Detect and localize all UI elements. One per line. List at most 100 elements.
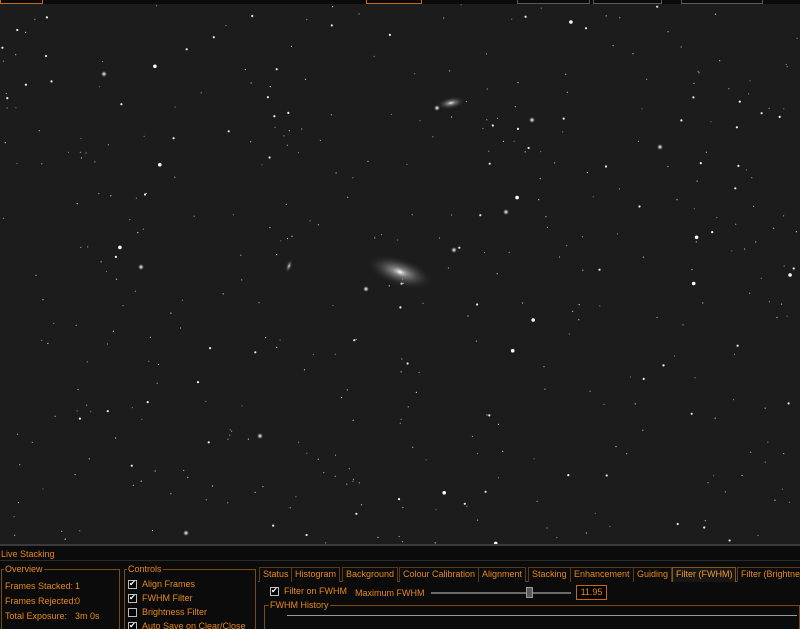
controls-legend: Controls <box>128 564 162 574</box>
tab-filter-fwhm[interactable]: Filter (FWHM) <box>672 567 737 582</box>
star <box>401 358 403 360</box>
star <box>702 302 704 304</box>
star <box>517 82 519 84</box>
tab-filter-brightness[interactable]: Filter (Brightness <box>737 567 800 582</box>
star <box>465 100 467 103</box>
auto-save-label: Auto Save on Clear/Close <box>142 621 246 629</box>
star <box>275 68 278 71</box>
star <box>317 224 319 226</box>
tab-guiding[interactable]: Guiding <box>633 567 673 582</box>
star <box>17 433 19 435</box>
star <box>592 196 594 198</box>
star <box>589 390 591 392</box>
star <box>422 302 424 304</box>
star <box>306 452 308 454</box>
star <box>738 100 741 103</box>
tab-status[interactable]: Status <box>259 567 293 582</box>
star <box>44 54 48 58</box>
tab-colour-calibration[interactable]: Colour Calibration <box>399 567 480 582</box>
star <box>334 475 336 477</box>
star <box>656 316 658 319</box>
star <box>690 412 693 415</box>
checkbox-box[interactable] <box>128 579 137 589</box>
star <box>476 303 479 306</box>
tab-enhancement[interactable]: Enhancement <box>570 567 634 582</box>
brightness-filter-checkbox[interactable]: Brightness Filter <box>128 607 207 617</box>
star <box>521 302 524 304</box>
filter-on-fwhm-checkbox[interactable]: Filter on FWHM <box>270 586 347 596</box>
star <box>463 502 466 505</box>
star <box>212 36 215 39</box>
star <box>261 164 263 166</box>
tab-alignment[interactable]: Alignment <box>478 567 527 582</box>
star <box>612 45 614 47</box>
star <box>132 484 134 486</box>
star <box>265 337 267 339</box>
star <box>400 418 402 420</box>
star <box>134 290 136 292</box>
star <box>556 536 558 539</box>
maximum-fwhm-input[interactable]: 11.95 <box>576 585 607 600</box>
star <box>54 415 56 417</box>
star <box>53 322 55 324</box>
star <box>174 106 176 108</box>
star <box>488 414 491 417</box>
star <box>460 4 462 6</box>
star <box>241 279 243 281</box>
star <box>484 490 487 493</box>
star <box>632 53 634 55</box>
star <box>2 60 4 62</box>
fwhm-history-group: FWHM History <box>264 601 800 629</box>
star <box>399 306 402 309</box>
star <box>330 114 332 116</box>
checkbox-box[interactable] <box>128 593 137 603</box>
star <box>120 103 123 106</box>
star <box>102 60 104 63</box>
star <box>567 474 570 477</box>
star <box>642 429 644 431</box>
tab-background[interactable]: Background <box>342 567 399 582</box>
image-viewer[interactable] <box>0 4 800 544</box>
star <box>728 88 730 90</box>
star <box>400 371 402 373</box>
checkbox-box[interactable] <box>128 621 137 629</box>
star <box>334 353 336 355</box>
star <box>745 169 748 171</box>
checkbox-box[interactable] <box>128 607 137 617</box>
star <box>231 430 233 432</box>
star <box>760 112 763 115</box>
star <box>488 162 491 165</box>
fwhm-filter-checkbox[interactable]: FWHM Filter <box>128 593 193 603</box>
star <box>287 111 290 114</box>
star <box>244 68 246 71</box>
star <box>396 239 398 241</box>
fwhm-slider-track[interactable] <box>431 592 571 594</box>
star <box>397 498 401 501</box>
star <box>306 19 308 21</box>
star <box>340 397 343 399</box>
star <box>545 216 547 218</box>
star <box>656 5 659 8</box>
star <box>691 269 693 271</box>
fwhm-slider-thumb[interactable] <box>526 587 533 598</box>
align-frames-checkbox[interactable]: Align Frames <box>128 579 195 589</box>
star <box>280 240 282 242</box>
star <box>496 273 498 275</box>
star <box>205 400 207 402</box>
star <box>156 382 158 384</box>
star <box>527 146 530 150</box>
star <box>734 187 737 190</box>
star <box>728 539 731 542</box>
tab-stacking[interactable]: Stacking <box>528 567 571 582</box>
star <box>540 7 542 9</box>
star <box>291 235 293 237</box>
star <box>137 232 139 234</box>
star <box>154 470 156 472</box>
star <box>17 502 20 504</box>
star <box>768 301 770 303</box>
auto-save-checkbox[interactable]: Auto Save on Clear/Close <box>128 621 246 629</box>
tab-histogram[interactable]: Histogram <box>291 567 341 582</box>
checkbox-box[interactable] <box>270 586 279 596</box>
star <box>45 16 49 19</box>
star <box>438 237 441 239</box>
